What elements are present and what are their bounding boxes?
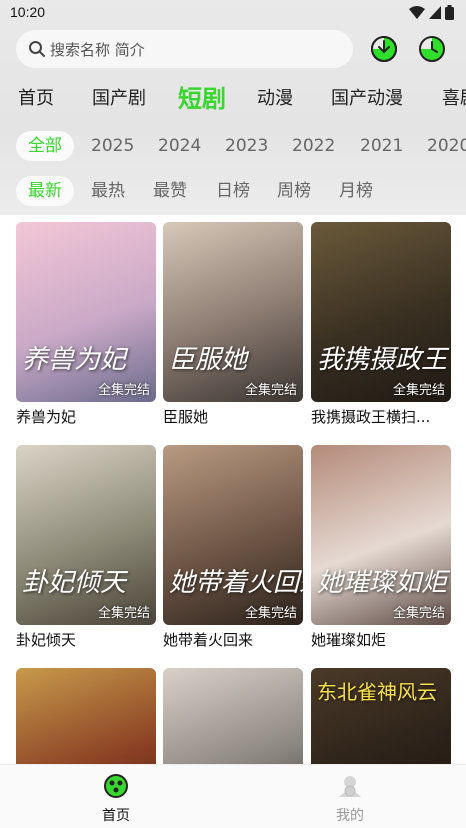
nav-home-label: 首页 [102,808,130,824]
tab-short-drama[interactable]: 短剧 [178,79,226,114]
poster-image[interactable]: 卦妃倾天 全集完结 [16,445,156,625]
year-chip-all[interactable]: 全部 [16,131,74,161]
drama-title[interactable]: 她璀璨如炬 [311,629,451,651]
status-badge: 全集完结 [244,383,297,398]
tab-domestic-drama[interactable]: 国产剧 [92,84,146,110]
sort-chip-monthly[interactable]: 月榜 [327,176,385,206]
year-chip-2024[interactable]: 2024 [146,131,213,161]
category-tabs: 首页 国产剧 短剧 动漫 国产动漫 喜剧 [0,78,466,114]
year-chip-2020[interactable]: 2020 [415,131,466,161]
sort-chip-most-liked[interactable]: 最赞 [141,176,199,206]
profile-icon [339,776,361,797]
search-input[interactable]: 搜索名称 简介 [16,30,353,68]
status-badge: 全集完结 [392,383,445,398]
poster-title: 我携摄政王 [317,345,448,375]
drama-card[interactable]: 臣服她 全集完结 臣服她 [163,222,303,428]
status-badge: 全集完结 [244,606,297,621]
year-chip-2023[interactable]: 2023 [213,131,280,161]
status-icons [409,5,454,20]
poster-image[interactable]: 她璀璨如炬 全集完结 [311,445,451,625]
drama-card[interactable]: 她璀璨如炬 全集完结 她璀璨如炬 [311,445,451,651]
status-badge: 全集完结 [97,606,150,621]
drama-card[interactable]: 我携摄政王 全集完结 我携摄政王横扫... [311,222,451,428]
drama-card[interactable]: 卦妃倾天 全集完结 卦妃倾天 [16,445,156,651]
tab-domestic-anime[interactable]: 国产动漫 [331,84,403,110]
wifi-icon [409,5,425,19]
drama-title[interactable]: 我携摄政王横扫... [311,406,451,428]
poster-title: 东北雀神风云 [317,680,437,704]
drama-title[interactable]: 养兽为妃 [16,406,156,428]
sort-filter: 最新 最热 最赞 日榜 周榜 月榜 [0,176,466,210]
poster-image[interactable]: 她带着火回来 全集完结 [163,445,303,625]
year-filter: 全部 2025 2024 2023 2022 2021 2020 [0,131,466,165]
battery-icon [445,5,454,20]
year-chip-2025[interactable]: 2025 [79,131,146,161]
tab-anime[interactable]: 动漫 [257,84,293,110]
poster-image[interactable]: 我携摄政王 全集完结 [311,222,451,402]
sort-chip-hottest[interactable]: 最热 [79,176,137,206]
nav-profile[interactable]: 我的 [320,773,380,825]
sort-chip-daily[interactable]: 日榜 [204,176,262,206]
status-bar: 10:20 [0,0,466,26]
status-badge: 全集完结 [392,606,445,621]
drama-card[interactable]: 养兽为妃 全集完结 养兽为妃 [16,222,156,428]
poster-title: 养兽为妃 [22,345,127,375]
history-icon[interactable] [418,35,446,63]
status-badge: 全集完结 [97,383,150,398]
tab-home[interactable]: 首页 [18,84,54,110]
status-time: 10:20 [10,4,46,20]
poster-image[interactable]: 养兽为妃 全集完结 [16,222,156,402]
sort-chip-latest[interactable]: 最新 [16,176,74,206]
download-icon[interactable] [370,35,398,63]
poster-title: 卦妃倾天 [22,568,127,598]
search-placeholder: 搜索名称 简介 [50,40,145,59]
poster-image[interactable]: 臣服她 全集完结 [163,222,303,402]
year-chip-2021[interactable]: 2021 [348,131,415,161]
nav-profile-label: 我的 [336,808,364,824]
year-chip-2022[interactable]: 2022 [280,131,347,161]
poster-title: 臣服她 [169,345,248,375]
drama-title[interactable]: 臣服她 [163,406,303,428]
bottom-nav: 首页 我的 [0,764,466,828]
sort-chip-weekly[interactable]: 周榜 [265,176,323,206]
tab-comedy[interactable]: 喜剧 [442,84,466,110]
drama-title[interactable]: 卦妃倾天 [16,629,156,651]
poster-title: 她璀璨如炬 [317,568,448,598]
signal-icon [429,6,441,19]
poster-title: 她带着火回来 [169,568,303,598]
home-icon [104,774,128,798]
search-icon [29,41,45,57]
drama-title[interactable]: 她带着火回来 [163,629,303,651]
drama-card[interactable]: 她带着火回来 全集完结 她带着火回来 [163,445,303,651]
nav-home[interactable]: 首页 [86,773,146,825]
